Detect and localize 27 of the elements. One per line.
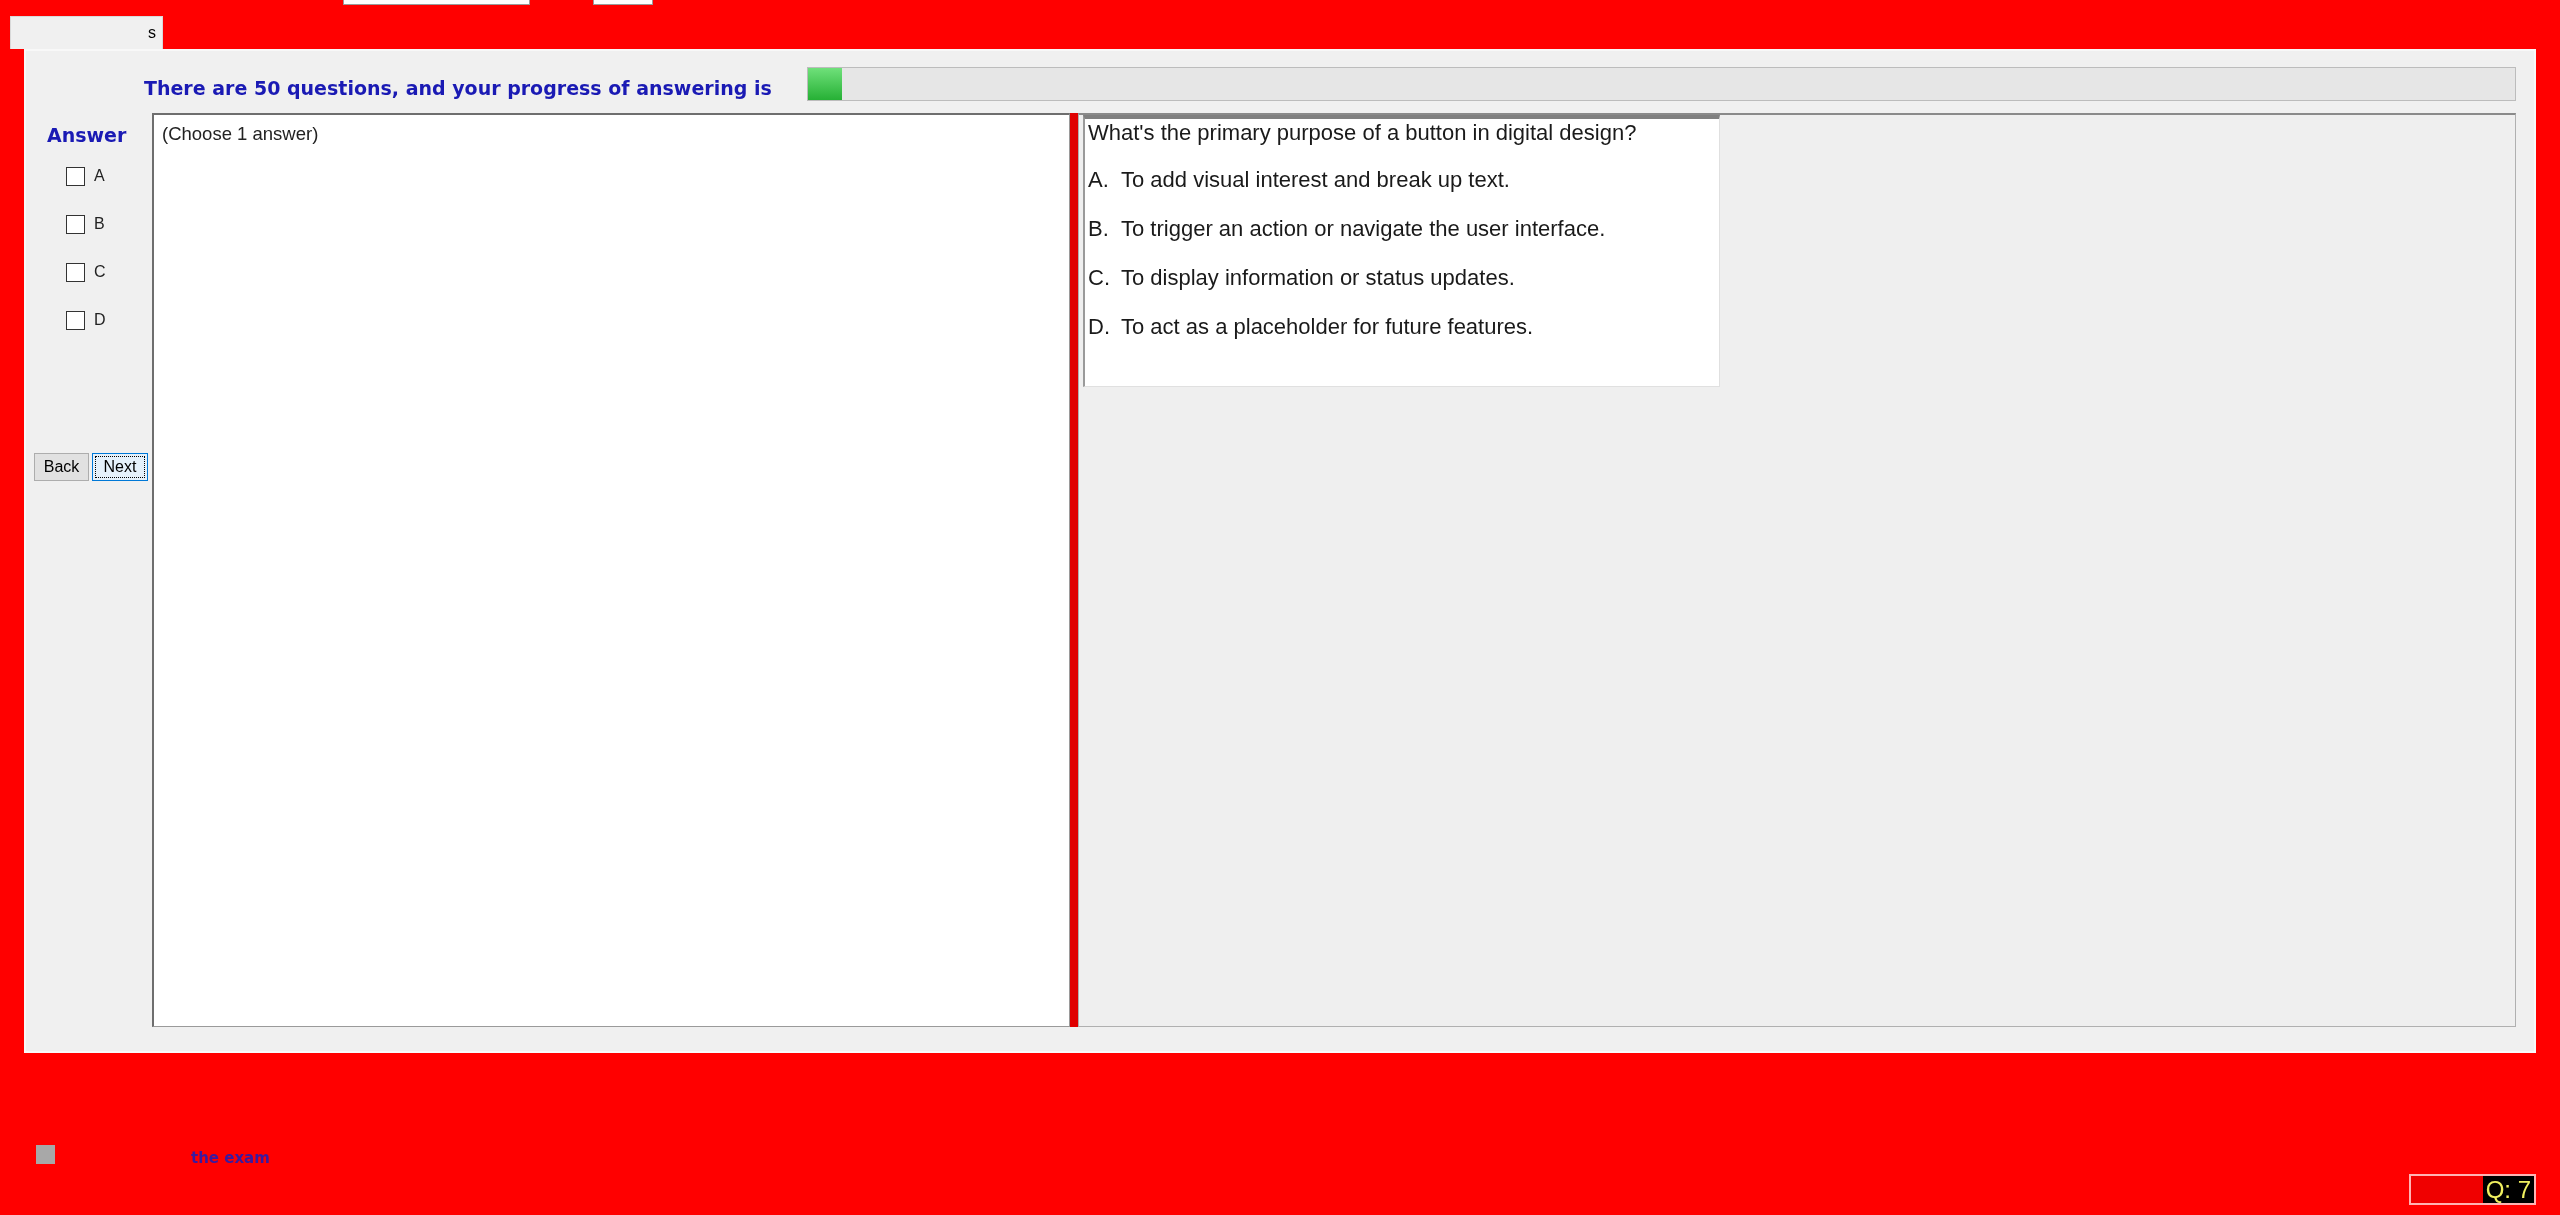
option-text: To trigger an action or navigate the user interface. — [1121, 215, 1606, 243]
checkbox-label: C — [94, 262, 106, 282]
answer-heading: Answer — [47, 123, 127, 147]
option-text: To display information or status updates. — [1121, 264, 1515, 292]
tab[interactable]: s — [10, 16, 163, 49]
checkbox[interactable] — [66, 310, 85, 330]
question-text: What's the primary purpose of a button in digital design? — [1088, 119, 1637, 145]
checkbox-label: the exam — [191, 1148, 270, 1168]
nav-button[interactable]: Back — [34, 453, 89, 481]
option-text: To act as a placeholder for future features. — [1121, 313, 1534, 341]
option-letter: C. — [1088, 264, 1111, 292]
option-letter: D. — [1088, 313, 1111, 341]
checkbox[interactable] — [66, 214, 85, 234]
option-text: To add visual interest and break up text. — [1121, 166, 1510, 194]
checkbox-label: B — [94, 214, 105, 234]
instructions-text: (Choose 1 answer) — [162, 123, 319, 144]
option-letter: B. — [1088, 215, 1110, 243]
checkbox[interactable] — [66, 262, 85, 282]
checkbox-label: D — [94, 310, 106, 330]
question-counter: Q: 7 — [2482, 1176, 2534, 1203]
checkbox-label: A — [94, 166, 105, 186]
input-field[interactable] — [343, 0, 530, 5]
option-letter: A. — [1088, 166, 1110, 194]
input-field[interactable] — [593, 0, 653, 5]
checkbox[interactable] — [66, 166, 85, 186]
progress-label: There are 50 questions, and your progress of answering is — [144, 77, 772, 100]
nav-button[interactable]: Next — [92, 453, 148, 481]
